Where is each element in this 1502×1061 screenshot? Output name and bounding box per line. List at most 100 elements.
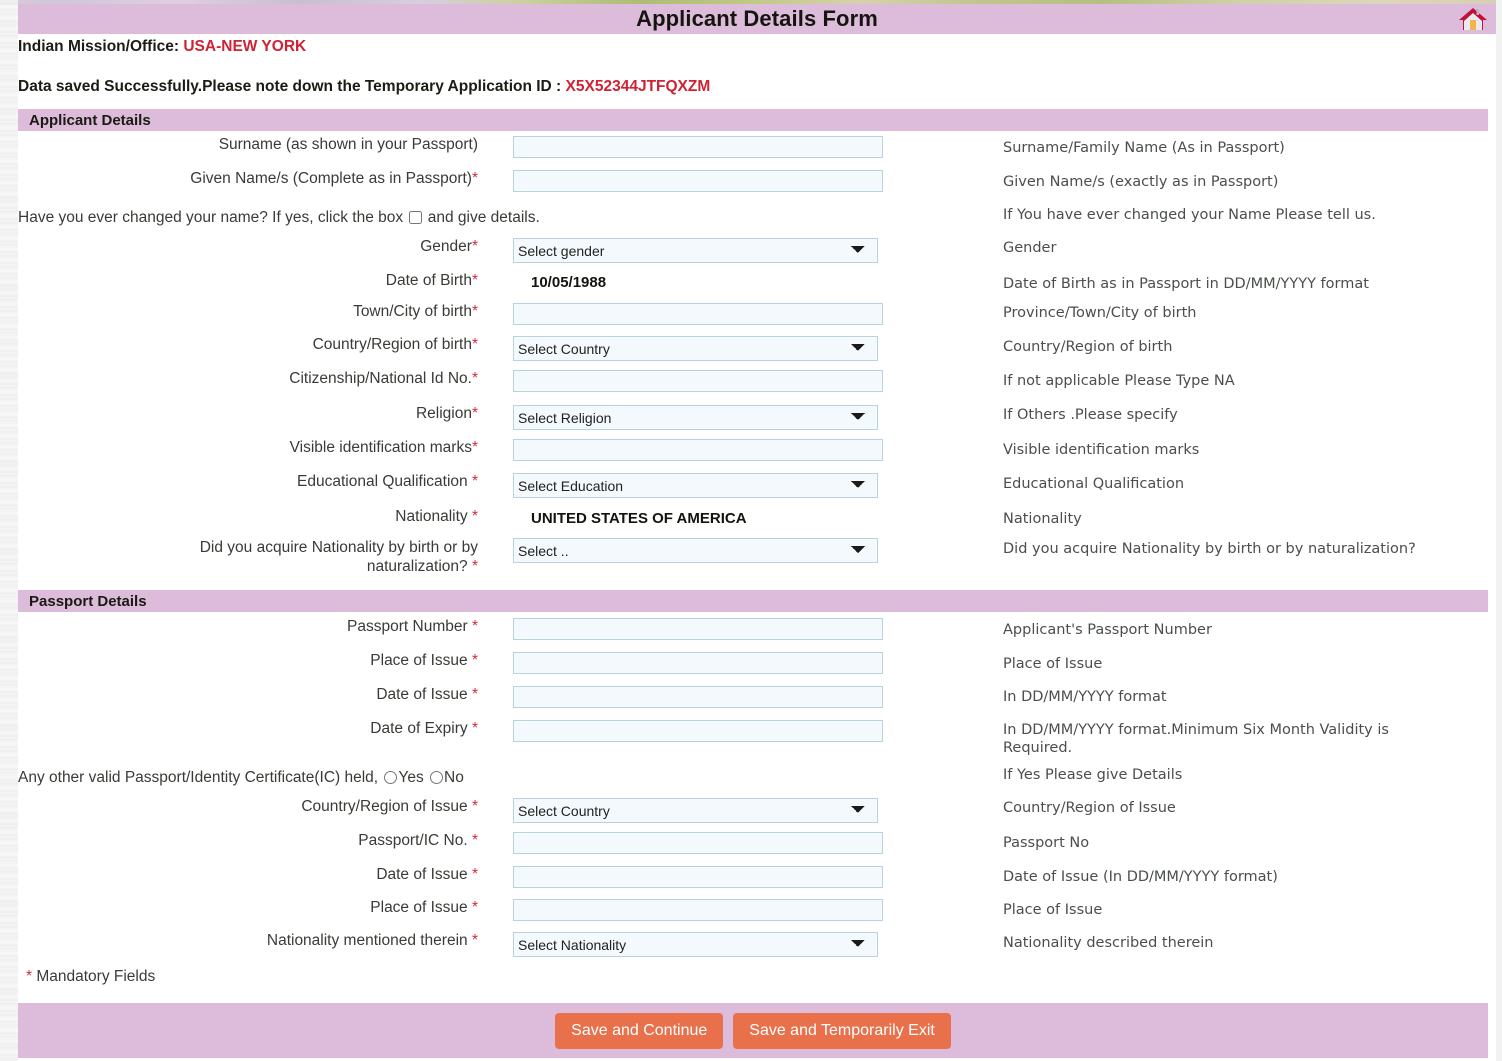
given-name-input[interactable] <box>513 170 883 192</box>
help-given-name: Given Name/s (exactly as in Passport) <box>1003 173 1488 191</box>
help-religion: If Others .Please specify <box>1003 406 1488 424</box>
label-religion-text: Religion <box>416 405 472 422</box>
required-marker: * <box>472 272 478 289</box>
label-ic-date-of-issue: Date of Issue * <box>8 866 478 884</box>
help-other-passport: If Yes Please give Details <box>1003 766 1488 784</box>
country-of-issue-select[interactable]: Select Country <box>513 798 878 823</box>
help-identification-marks: Visible identification marks <box>1003 441 1488 459</box>
gender-select[interactable]: Select gender <box>513 238 878 263</box>
label-town-of-birth: Town/City of birth* <box>8 303 478 321</box>
label-date-of-issue-text: Date of Issue <box>376 686 472 703</box>
help-town-of-birth: Province/Town/City of birth <box>1003 304 1488 322</box>
help-citizenship-id: If not applicable Please Type NA <box>1003 372 1488 390</box>
name-changed-question-before: Have you ever changed your name? If yes,… <box>18 209 403 226</box>
label-education-text: Educational Qualification <box>297 473 472 490</box>
other-passport-yes-radio[interactable] <box>384 771 397 784</box>
help-passport-ic-no: Passport No <box>1003 834 1488 852</box>
identification-marks-input[interactable] <box>513 439 883 461</box>
required-marker: * <box>472 932 478 949</box>
help-nationality-acquired: Did you acquire Nationality by birth or … <box>1003 540 1488 558</box>
nationality-value: UNITED STATES OF AMERICA <box>531 508 747 530</box>
right-gutter <box>1496 0 1502 1061</box>
help-date-of-birth: Date of Birth as in Passport in DD/MM/YY… <box>1003 275 1488 293</box>
label-surname: Surname (as shown in your Passport) <box>8 136 478 154</box>
label-given-name-text: Given Name/s (Complete as in Passport) <box>190 170 472 187</box>
country-of-birth-select[interactable]: Select Country <box>513 336 878 361</box>
label-passport-number-text: Passport Number <box>347 618 472 635</box>
label-date-of-issue: Date of Issue * <box>8 686 478 704</box>
mission-office-label: Indian Mission/Office: <box>18 38 179 55</box>
label-citizenship-id: Citizenship/National Id No.* <box>8 370 478 388</box>
label-identification-marks-text: Visible identification marks <box>290 439 472 456</box>
label-country-of-birth-text: Country/Region of birth <box>313 336 472 353</box>
required-marker: * <box>472 866 478 883</box>
label-nationality-acquired: Did you acquire Nationality by birth or … <box>108 538 478 576</box>
mandatory-fields-note: * Mandatory Fields <box>26 968 155 986</box>
save-and-temporarily-exit-button[interactable]: Save and Temporarily Exit <box>733 1013 951 1049</box>
section-title-passport: Passport Details <box>18 593 147 610</box>
required-marker: * <box>472 832 478 849</box>
citizenship-id-input[interactable] <box>513 370 883 392</box>
save-and-continue-button[interactable]: Save and Continue <box>555 1013 723 1049</box>
required-marker: * <box>472 798 478 815</box>
other-passport-no-label: No <box>444 769 464 786</box>
required-marker: * <box>472 720 478 737</box>
help-name-changed: If You have ever changed your Name Pleas… <box>1003 206 1488 224</box>
home-icon[interactable] <box>1456 5 1490 33</box>
saved-message-line: Data saved Successfully.Please note down… <box>18 78 710 96</box>
label-nationality-therein: Nationality mentioned therein * <box>8 932 478 950</box>
help-place-of-issue: Place of Issue <box>1003 655 1488 673</box>
label-country-of-birth: Country/Region of birth* <box>8 336 478 354</box>
help-surname: Surname/Family Name (As in Passport) <box>1003 139 1488 157</box>
label-given-name: Given Name/s (Complete as in Passport)* <box>8 170 478 188</box>
label-date-of-birth-text: Date of Birth <box>386 272 472 289</box>
page-title: Applicant Details Form <box>636 6 878 32</box>
town-of-birth-input[interactable] <box>513 303 883 325</box>
nationality-acquired-select[interactable]: Select .. <box>513 538 878 563</box>
label-town-of-birth-text: Town/City of birth <box>353 303 472 320</box>
surname-input[interactable] <box>513 136 883 158</box>
section-header-applicant-details: Applicant Details <box>18 109 1488 131</box>
label-ic-date-of-issue-text: Date of Issue <box>376 866 472 883</box>
other-passport-yes-label: Yes <box>398 769 423 786</box>
mission-office-value: USA-NEW YORK <box>183 38 306 55</box>
required-marker: * <box>472 405 478 422</box>
temporary-application-id: X5X52344JTFQXZM <box>566 78 711 95</box>
help-gender: Gender <box>1003 239 1488 257</box>
label-country-of-issue-text: Country/Region of Issue <box>301 798 472 815</box>
required-marker: * <box>472 899 478 916</box>
help-passport-number: Applicant's Passport Number <box>1003 621 1488 639</box>
ic-place-of-issue-input[interactable] <box>513 899 883 921</box>
required-marker: * <box>472 370 478 387</box>
required-marker: * <box>472 336 478 353</box>
required-marker: * <box>472 473 478 490</box>
help-ic-date-of-issue: Date of Issue (In DD/MM/YYYY format) <box>1003 868 1488 886</box>
label-citizenship-id-text: Citizenship/National Id No. <box>289 370 472 387</box>
passport-ic-no-input[interactable] <box>513 832 883 854</box>
mission-office-line: Indian Mission/Office: USA-NEW YORK <box>18 38 306 56</box>
name-changed-checkbox[interactable] <box>409 211 422 224</box>
other-passport-question: Any other valid Passport/Identity Certif… <box>18 769 378 786</box>
label-country-of-issue: Country/Region of Issue * <box>8 798 478 816</box>
ic-date-of-issue-input[interactable] <box>513 866 883 888</box>
label-religion: Religion* <box>8 405 478 423</box>
applicant-details-page: Applicant Details Form Indian Mission/Of… <box>0 0 1502 1061</box>
name-changed-question-after: and give details. <box>428 209 540 226</box>
help-nationality: Nationality <box>1003 510 1488 528</box>
nationality-therein-select[interactable]: Select Nationality <box>513 932 878 957</box>
religion-select[interactable]: Select Religion <box>513 405 878 430</box>
help-country-of-birth: Country/Region of birth <box>1003 338 1488 356</box>
other-passport-no-radio[interactable] <box>430 771 443 784</box>
saved-message-text: Data saved Successfully.Please note down… <box>18 78 561 95</box>
education-select[interactable]: Select Education <box>513 473 878 498</box>
date-of-issue-input[interactable] <box>513 686 883 708</box>
label-gender-text: Gender <box>420 238 472 255</box>
required-marker: * <box>472 618 478 635</box>
form-footer: Save and Continue Save and Temporarily E… <box>18 1003 1488 1058</box>
label-education: Educational Qualification * <box>8 473 478 491</box>
passport-number-input[interactable] <box>513 618 883 640</box>
required-marker: * <box>472 439 478 456</box>
date-of-expiry-input[interactable] <box>513 720 883 742</box>
label-date-of-birth: Date of Birth* <box>8 272 478 290</box>
place-of-issue-input[interactable] <box>513 652 883 674</box>
